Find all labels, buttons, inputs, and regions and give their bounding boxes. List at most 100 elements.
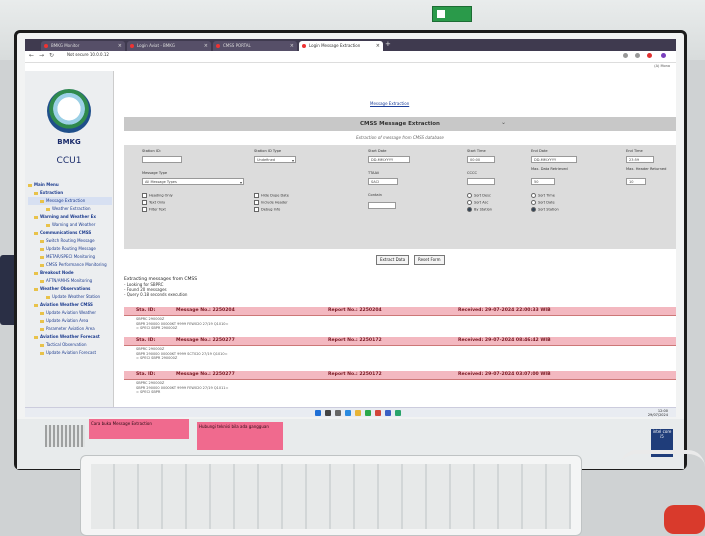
cccc-input[interactable] [467, 178, 495, 185]
station-type-select[interactable]: Undefined [254, 156, 296, 163]
close-tab-icon[interactable]: × [376, 41, 380, 51]
tab-cmss-portal[interactable]: CMSS PORTAL × [213, 41, 297, 51]
close-tab-icon[interactable]: × [118, 41, 122, 51]
file-explorer-icon[interactable] [355, 410, 361, 416]
sidebar-item[interactable]: Update Weather Station [28, 293, 112, 301]
contain-input[interactable] [368, 202, 396, 209]
chevron-down-icon[interactable]: ⌄ [501, 119, 506, 126]
tab-favicon-icon [216, 44, 220, 48]
app-icon[interactable] [395, 410, 401, 416]
option-radio[interactable]: Sort Asc [467, 200, 488, 205]
message-body: SBPRC 290000Z SBPR 290000 00000KT 9999 F… [136, 317, 229, 330]
sidebar-item[interactable]: Weather Observations [28, 285, 112, 293]
sidebar-item-label: Update Aviation Weather [46, 310, 96, 315]
tab-bmkg-monitor[interactable]: BMKG Monitor × [41, 41, 125, 51]
message-header-row: Sta. ID: Message No.: 2250277 Report No.: … [124, 371, 676, 380]
title-band: CMSS Message Extraction ⌄ [124, 117, 676, 131]
new-tab-button[interactable]: + [385, 40, 391, 48]
sidebar-item-label: Update Weather Station [52, 294, 101, 299]
sidebar-item[interactable]: AFTN/AMHS Monitoring [28, 277, 112, 285]
option-radio[interactable]: By Station [467, 207, 492, 212]
sidebar-item[interactable]: Switch Routing Message [28, 237, 112, 245]
max-header-input[interactable]: 10 [626, 178, 646, 185]
close-tab-icon[interactable]: × [290, 41, 294, 51]
end-date-input[interactable]: DD-MM-YYYY [531, 156, 577, 163]
sidebar-item[interactable]: METAR/SPECI Monitoring [28, 253, 112, 261]
sidebar-item[interactable]: Aviation Weather Forecast [28, 333, 112, 341]
chrome-icon[interactable] [365, 410, 371, 416]
sidebar-item[interactable]: Update Aviation Weather [28, 309, 112, 317]
sidebar-item[interactable]: Update Routing Message [28, 245, 112, 253]
sidebar-item[interactable]: Parameter Aviation Area [28, 325, 112, 333]
folder-icon [28, 183, 32, 187]
menu-icon[interactable] [661, 53, 666, 58]
sidebar-item[interactable]: Update Aviation Area [28, 317, 112, 325]
tab-message-extraction[interactable]: Login Message Extraction × [299, 41, 383, 51]
edge-icon[interactable] [345, 410, 351, 416]
red-object [664, 505, 705, 534]
extract-data-button[interactable]: Extract Data [376, 255, 410, 265]
address-field[interactable]: Not secure 10.0.0.12 [67, 52, 109, 57]
back-arrow-icon[interactable]: ← [29, 52, 34, 59]
profile-icon[interactable] [647, 53, 652, 58]
sidebar-item[interactable]: Warning and Weather [28, 221, 112, 229]
tab-login-aviat[interactable]: Login Aviat - BMKG × [127, 41, 211, 51]
option-radio[interactable]: Sort Date [531, 200, 555, 205]
close-tab-icon[interactable]: × [204, 41, 208, 51]
start-icon[interactable] [315, 410, 321, 416]
sidebar-item[interactable]: Main Menu [28, 181, 112, 189]
bookmark-icon[interactable] [635, 53, 640, 58]
status-tab[interactable]: (A) Mona [654, 64, 670, 68]
sidebar-item[interactable]: Aviation Weather CMSS [28, 301, 112, 309]
store-icon[interactable] [385, 410, 391, 416]
station-id-input[interactable] [142, 156, 182, 163]
sidebar-item[interactable]: Weather Extraction [28, 205, 112, 213]
option-radio[interactable]: Sort Time [531, 193, 555, 198]
option-label: Sort Station [538, 207, 559, 212]
option-checkbox[interactable]: Text Only [142, 200, 165, 205]
reload-icon[interactable]: ↻ [49, 52, 54, 59]
ttaaii-input[interactable]: SACI [368, 178, 398, 185]
message-extraction-link[interactable]: Message Extraction [370, 101, 409, 106]
message-msg: Message No.: 2250277 [176, 338, 235, 343]
keyboard-keys [91, 464, 571, 529]
option-checkbox[interactable]: Include Header [254, 200, 288, 205]
option-checkbox[interactable]: Debug Info [254, 207, 280, 212]
option-label: Text Only [149, 200, 166, 205]
search-icon[interactable] [325, 410, 331, 416]
option-radio[interactable]: Sort Station [531, 207, 559, 212]
task-view-icon[interactable] [335, 410, 341, 416]
start-date-input[interactable]: DD-MM-YYYY [368, 156, 410, 163]
option-radio[interactable]: Sort Desc [467, 193, 491, 198]
reset-form-button[interactable]: Reset Form [414, 255, 445, 265]
start-time-input[interactable]: 00:00 [467, 156, 495, 163]
option-checkbox[interactable]: Hide Dupe Date [254, 193, 289, 198]
option-checkbox[interactable]: Heading Only [142, 193, 173, 198]
tab-favicon-icon [130, 44, 134, 48]
checkbox-icon [254, 200, 259, 205]
sidebar-item[interactable]: Extraction [28, 189, 112, 197]
sticky-note: Hubungi teknisi bila ada gangguan [197, 422, 283, 450]
folder-icon [40, 319, 44, 323]
end-time-input[interactable]: 23:59 [626, 156, 654, 163]
option-label: Hide Dupe Date [261, 193, 289, 198]
sidebar-item[interactable]: Warning and Weather Ex [28, 213, 112, 221]
sidebar-item[interactable]: Tactical Observation [28, 341, 112, 349]
option-label: Sort Date [538, 200, 555, 205]
app-icon[interactable] [375, 410, 381, 416]
system-clock[interactable]: 12:00 29/07/2024 [648, 409, 668, 417]
sidebar-item[interactable]: Communications CMSS [28, 229, 112, 237]
sidebar-item-label: Update Aviation Forecast [46, 350, 97, 355]
sidebar-item[interactable]: Update Aviation Forecast [28, 349, 112, 357]
sticky-note: Cara buka Message Extraction [89, 419, 189, 439]
max-data-input[interactable]: 50 [531, 178, 555, 185]
option-checkbox[interactable]: Filter Text [142, 207, 166, 212]
sidebar-item[interactable]: Message Extraction [28, 197, 112, 205]
folder-icon [46, 295, 50, 299]
extensions-icon[interactable] [623, 53, 628, 58]
message-type-select[interactable]: All Message Types [142, 178, 244, 185]
sidebar-item[interactable]: Breakout Node [28, 269, 112, 277]
forward-arrow-icon[interactable]: → [39, 52, 44, 59]
folder-icon [46, 207, 50, 211]
sidebar-item[interactable]: CMSS Performance Monitoring [28, 261, 112, 269]
